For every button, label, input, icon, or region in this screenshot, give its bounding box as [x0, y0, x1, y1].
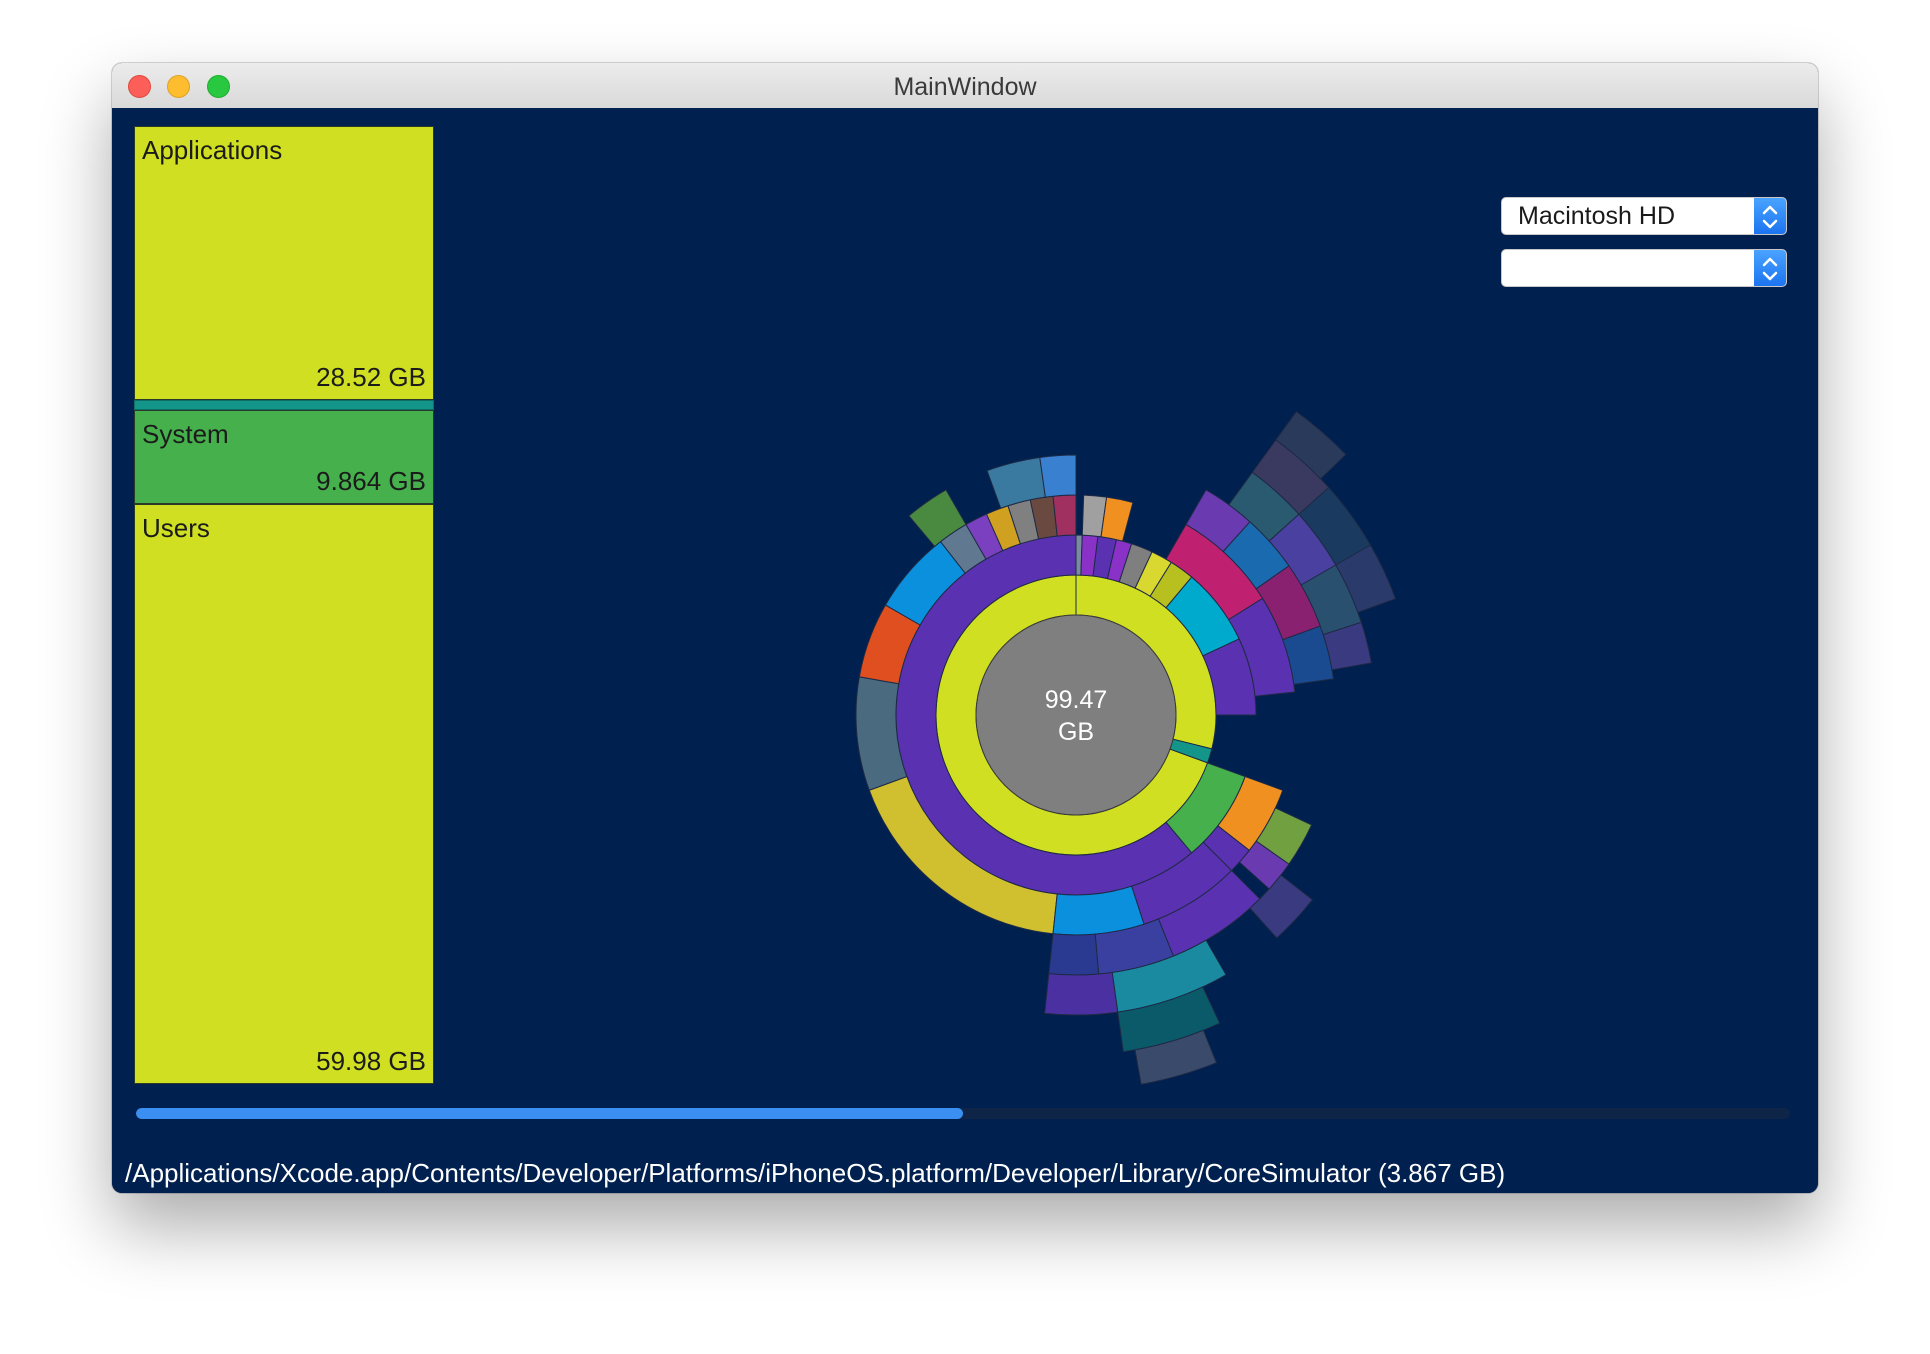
- sunburst-segment[interactable]: [1100, 496, 1134, 542]
- title-bar[interactable]: MainWindow: [112, 63, 1818, 109]
- secondary-select[interactable]: [1501, 249, 1787, 287]
- block-users[interactable]: Users 59.98 GB: [134, 504, 434, 1084]
- window-title: MainWindow: [893, 73, 1037, 101]
- sunburst-center[interactable]: [975, 614, 1177, 816]
- block-system-size: 9.864 GB: [316, 466, 426, 496]
- block-users-name: Users: [142, 513, 210, 543]
- block-system-name: System: [142, 419, 229, 449]
- sunburst-segment[interactable]: [1052, 494, 1077, 537]
- sunburst-segment[interactable]: [1044, 971, 1119, 1016]
- sunburst-segment[interactable]: [1048, 933, 1100, 976]
- block-separator[interactable]: [134, 400, 434, 410]
- block-applications-name: Applications: [142, 135, 283, 165]
- sunburst-chart[interactable]: 99.47 GB: [782, 233, 1582, 1133]
- content-area: Applications 28.52 GB System 9.864 GB Us…: [112, 108, 1818, 1193]
- center-size-value: 99.47: [1045, 686, 1108, 714]
- status-path: /Applications/Xcode.app/Contents/Develop…: [125, 1158, 1506, 1188]
- sunburst-segment[interactable]: [1039, 454, 1077, 498]
- scan-progress-fill: [136, 1108, 963, 1119]
- volume-select[interactable]: Macintosh HD: [1501, 197, 1787, 235]
- sunburst-segment[interactable]: [1249, 874, 1314, 939]
- center-size-unit: GB: [1058, 718, 1094, 746]
- block-applications-size: 28.52 GB: [316, 362, 426, 392]
- main-window: MainWindow Applications 28.52 GB System …: [112, 63, 1818, 1193]
- volume-select-value: Macintosh HD: [1518, 202, 1675, 230]
- block-applications[interactable]: Applications 28.52 GB: [134, 126, 434, 400]
- chevron-updown-icon[interactable]: [1754, 198, 1786, 234]
- block-system[interactable]: System 9.864 GB: [134, 410, 434, 504]
- chevron-updown-icon[interactable]: [1754, 250, 1786, 286]
- block-users-size: 59.98 GB: [316, 1046, 426, 1076]
- scan-progress: [136, 1108, 1790, 1119]
